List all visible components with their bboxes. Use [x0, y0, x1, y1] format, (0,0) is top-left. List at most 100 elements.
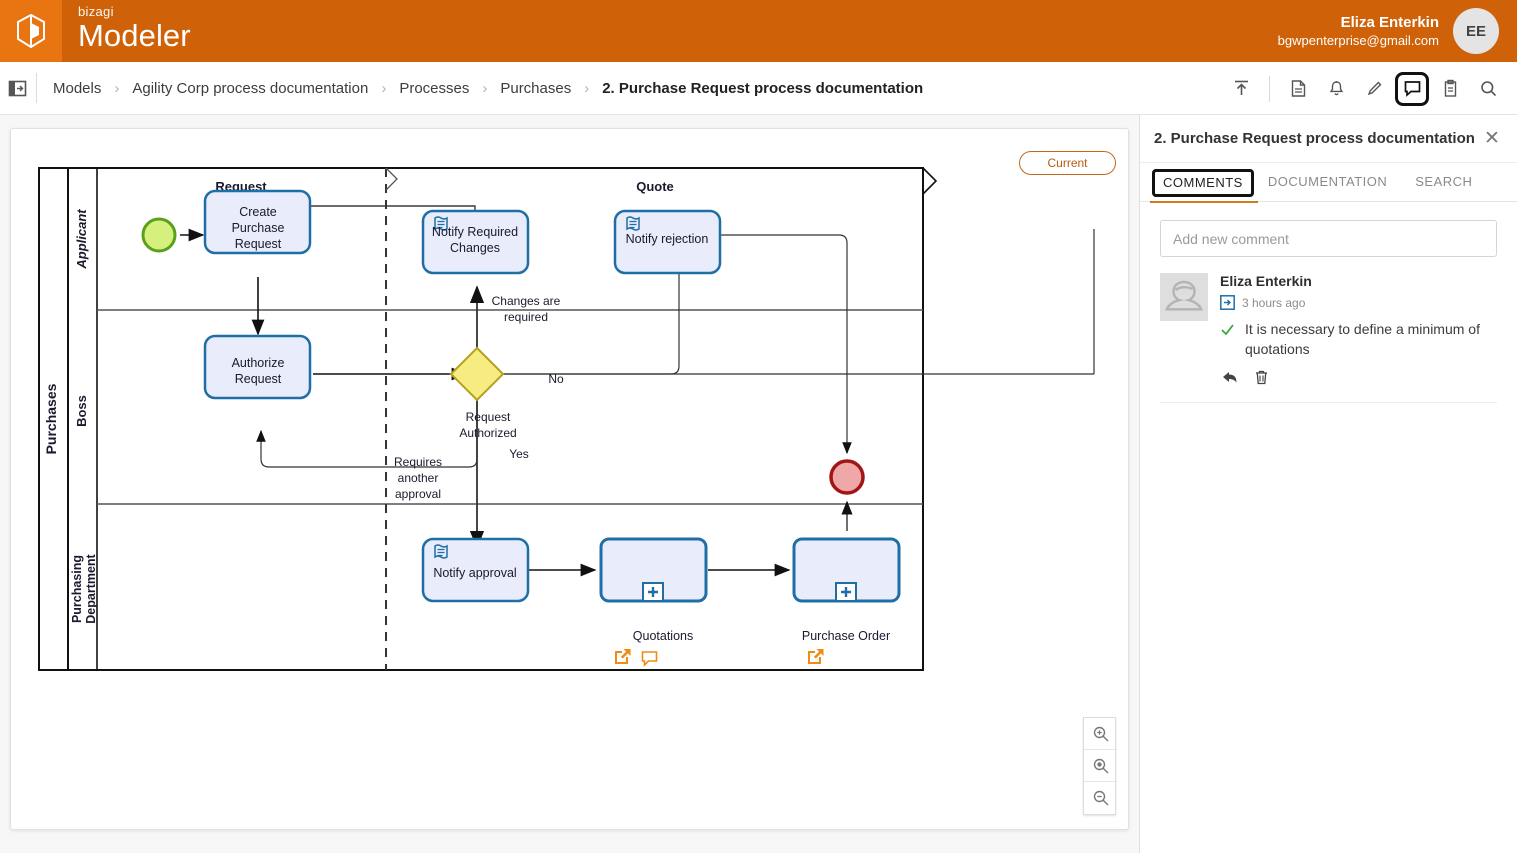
brand-name-large: Modeler	[78, 18, 191, 53]
comment-body: Eliza Enterkin 3 hours ago It is necessa…	[1220, 273, 1497, 386]
clipboard-icon[interactable]	[1433, 72, 1467, 106]
comment-bubble-icon[interactable]	[1395, 71, 1429, 106]
toolbar-separator	[1269, 75, 1270, 102]
task-authorize-request[interactable]: Authorize Request	[203, 334, 312, 400]
breadcrumb-separator: ›	[381, 79, 387, 97]
comment-avatar	[1160, 273, 1208, 321]
tab-documentation[interactable]: DOCUMENTATION	[1254, 163, 1401, 201]
svg-text:Request: Request	[235, 372, 282, 386]
purchase-order-external-link-icon[interactable]	[808, 649, 824, 664]
svg-text:Authorize: Authorize	[232, 356, 285, 370]
subprocess-purchase-order[interactable]	[792, 537, 901, 603]
lane-label-purchasing-2: Department	[84, 553, 98, 623]
comment-item: Eliza Enterkin 3 hours ago It is necessa…	[1160, 273, 1497, 386]
flow-label-req-1: Requires	[394, 455, 442, 469]
svg-text:Notify Required: Notify Required	[432, 225, 518, 239]
lane-label-applicant: Applicant	[74, 209, 89, 270]
close-icon[interactable]: ✕	[1481, 128, 1503, 150]
flow-label-req-2: another	[398, 471, 439, 485]
breadcrumb-separator: ›	[584, 79, 590, 97]
bell-notification-icon[interactable]	[1319, 72, 1353, 106]
breadcrumb-bar: Models › Agility Corp process documentat…	[0, 62, 1517, 115]
comment-text: It is necessary to define a minimum of q…	[1245, 321, 1480, 357]
breadcrumb-item-models[interactable]: Models	[49, 80, 105, 97]
search-icon[interactable]	[1471, 72, 1505, 106]
header-toolbar	[1224, 62, 1505, 115]
tab-search[interactable]: SEARCH	[1401, 163, 1486, 201]
comment-text-row: It is necessary to define a minimum of q…	[1220, 319, 1497, 359]
bpmn-diagram: Purchases Applicant Boss Purchasing Depa…	[38, 167, 1095, 671]
task-notify-required-changes[interactable]: Notify Required Changes	[421, 209, 530, 275]
task-notify-rejection[interactable]: Notify rejection	[613, 209, 722, 275]
breadcrumb-item-current: 2. Purchase Request process documentatio…	[602, 79, 924, 97]
breadcrumb-item-processes[interactable]: Processes	[395, 80, 473, 97]
panel-toggle-icon[interactable]	[6, 77, 28, 99]
comment-author: Eliza Enterkin	[1220, 273, 1312, 289]
user-info: Eliza Enterkin bgwpenterprise@gmail.com	[1278, 13, 1439, 50]
start-event[interactable]	[141, 217, 177, 253]
zoom-reset-button[interactable]	[1084, 750, 1117, 782]
brand-block: bizagi Modeler	[78, 5, 191, 51]
quotations-comment-icon[interactable]	[641, 651, 658, 667]
export-upload-icon[interactable]	[1224, 72, 1258, 106]
gateway-request-authorized[interactable]	[449, 346, 505, 402]
link-in-icon	[1220, 295, 1235, 310]
subprocess-quotations-label: Quotations	[633, 629, 693, 643]
bizagi-cube-icon	[17, 14, 45, 48]
user-name: Eliza Enterkin	[1340, 13, 1439, 31]
comment-divider	[1160, 402, 1497, 403]
magnifier-dot-icon	[1093, 758, 1108, 773]
user-menu[interactable]: Eliza Enterkin bgwpenterprise@gmail.com …	[1278, 8, 1499, 54]
flow-label-changes-1: Changes are	[492, 294, 561, 308]
tab-comments[interactable]: COMMENTS	[1152, 169, 1254, 197]
flow-label-req-3: approval	[395, 487, 441, 501]
comment-time: 3 hours ago	[1242, 295, 1306, 310]
flow-label-no: No	[548, 372, 564, 386]
user-avatar-icon	[1160, 273, 1208, 321]
svg-text:Notify rejection: Notify rejection	[626, 232, 709, 246]
panel-tabs: COMMENTS DOCUMENTATION SEARCH	[1140, 163, 1517, 202]
comment-actions	[1220, 369, 1497, 386]
comments-panel: 2. Purchase Request process documentatio…	[1139, 115, 1517, 853]
status-badge-current[interactable]: Current	[1019, 151, 1116, 175]
gateway-label-1: Request	[466, 410, 511, 424]
panel-title: 2. Purchase Request process documentatio…	[1154, 130, 1475, 147]
breadcrumb-separator: ›	[482, 79, 488, 97]
reply-arrow-icon[interactable]	[1222, 369, 1239, 386]
svg-text:Purchase: Purchase	[232, 221, 285, 235]
active-tab-underline	[1150, 201, 1258, 203]
quotations-external-link-icon[interactable]	[615, 649, 631, 664]
magnifier-minus-icon	[1093, 790, 1108, 806]
avatar[interactable]: EE	[1453, 8, 1499, 54]
breadcrumb: Models › Agility Corp process documentat…	[49, 80, 927, 97]
user-email: bgwpenterprise@gmail.com	[1277, 32, 1439, 48]
app-header: bizagi Modeler Eliza Enterkin bgwpenterp…	[0, 0, 1517, 62]
end-event[interactable]	[829, 459, 865, 495]
zoom-in-button[interactable]	[1084, 718, 1117, 750]
task-create-purchase-request[interactable]: Create Purchase Request	[203, 189, 312, 255]
pool-label: Purchases	[43, 383, 59, 454]
zoom-out-button[interactable]	[1084, 782, 1117, 814]
lane-label-purchasing-1: Purchasing	[70, 555, 84, 623]
add-comment-input[interactable]: Add new comment	[1160, 220, 1497, 257]
app-logo[interactable]	[0, 0, 62, 62]
breadcrumb-separator: ›	[114, 79, 120, 97]
flow-label-changes-2: required	[504, 310, 548, 324]
comment-meta: 3 hours ago	[1220, 295, 1497, 310]
document-pages-icon[interactable]	[1281, 72, 1315, 106]
subprocess-purchase-order-label: Purchase Order	[802, 629, 890, 643]
trash-icon[interactable]	[1253, 369, 1270, 386]
pencil-edit-icon[interactable]	[1357, 72, 1391, 106]
gateway-label-2: Authorized	[459, 426, 516, 440]
breadcrumb-item-agility-corp[interactable]: Agility Corp process documentation	[128, 80, 372, 97]
diagram-canvas[interactable]: Purchases Applicant Boss Purchasing Depa…	[10, 128, 1129, 830]
phase-label-quote: Quote	[636, 179, 674, 194]
lane-label-boss: Boss	[74, 395, 89, 427]
breadcrumb-item-purchases[interactable]: Purchases	[496, 80, 575, 97]
task-notify-approval[interactable]: Notify approval	[421, 537, 530, 603]
svg-text:Notify approval: Notify approval	[433, 566, 516, 580]
breadcrumb-divider	[36, 73, 37, 103]
svg-text:Request: Request	[235, 237, 282, 251]
magnifier-plus-icon	[1093, 726, 1108, 741]
subprocess-quotations[interactable]	[599, 537, 708, 603]
